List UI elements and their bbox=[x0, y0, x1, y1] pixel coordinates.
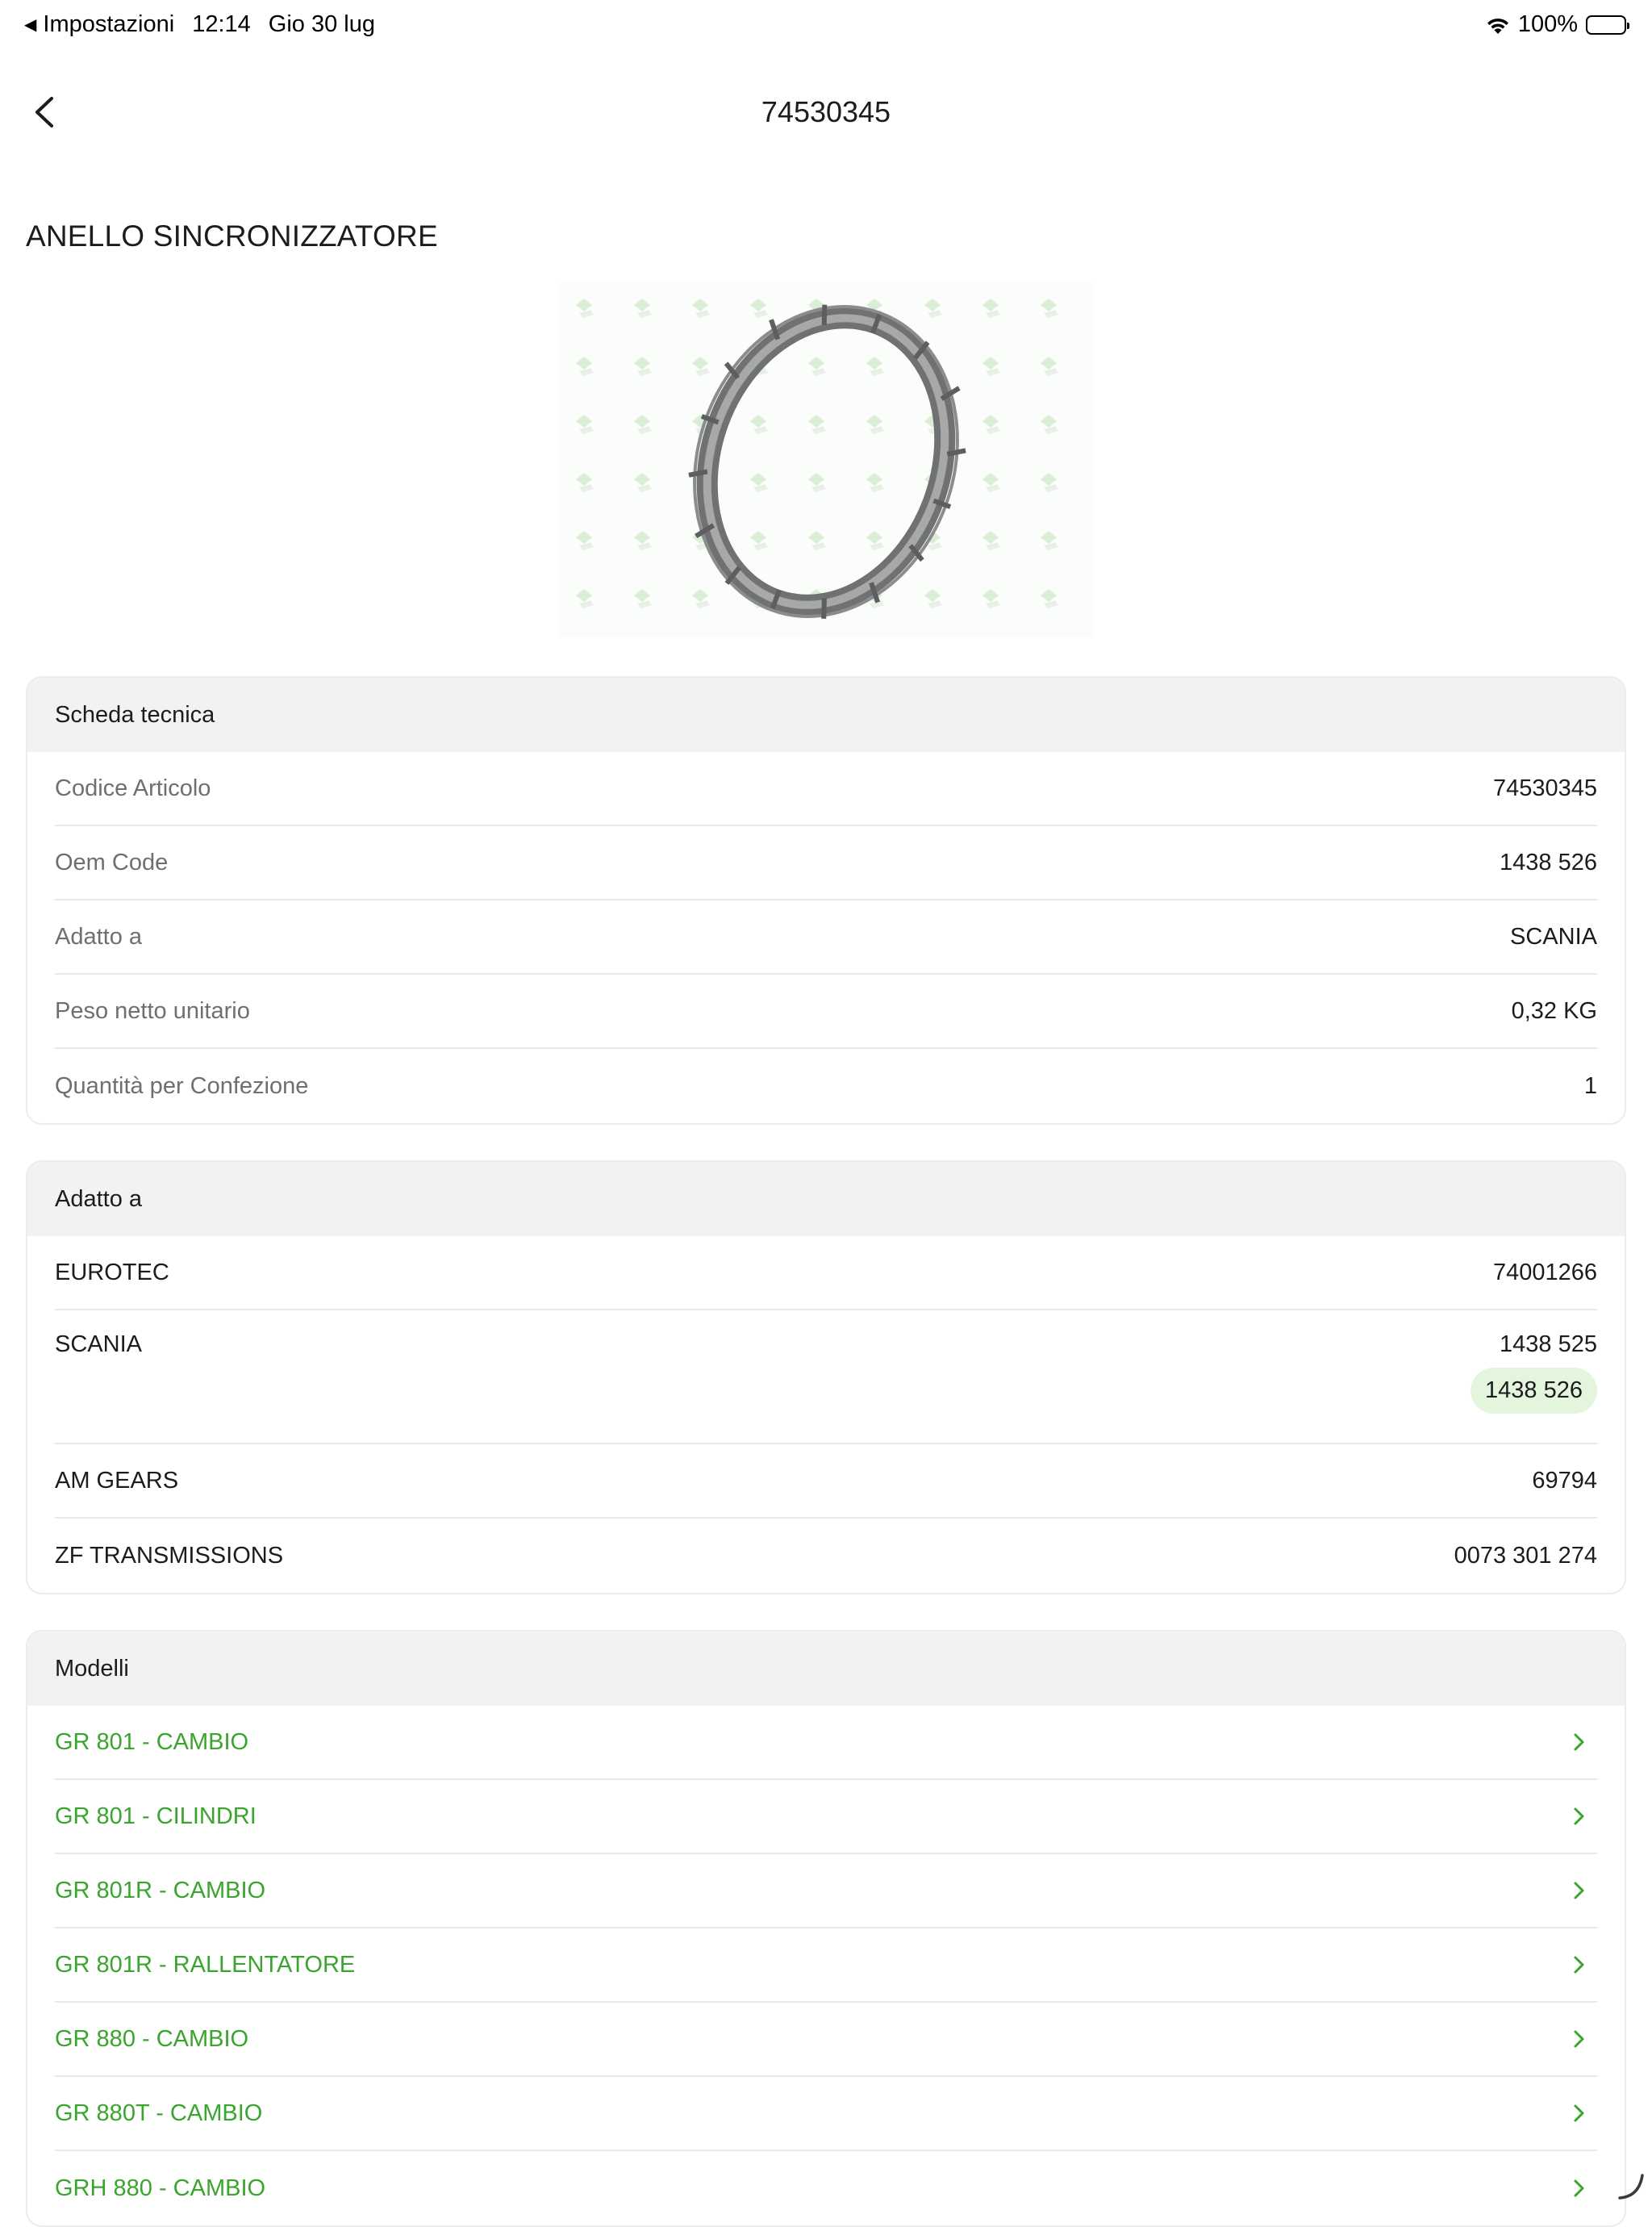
status-left[interactable]: ◀ Impostazioni 12:14 Gio 30 lug bbox=[24, 11, 375, 38]
resize-handle-icon[interactable] bbox=[1615, 2169, 1647, 2201]
battery-icon bbox=[1586, 15, 1626, 35]
status-right: 100% bbox=[1484, 11, 1626, 38]
model-item[interactable]: GR 801 - CAMBIO bbox=[55, 1706, 1597, 1780]
wifi-icon bbox=[1484, 15, 1512, 36]
chevron-right-icon[interactable] bbox=[1568, 2029, 1589, 2049]
technical-sheet-card: Scheda tecnica Codice Articolo 74530345 … bbox=[26, 676, 1626, 1125]
spec-row: Quantità per Confezione 1 bbox=[55, 1049, 1597, 1123]
fits-card: Adatto a EUROTEC 74001266 SCANIA 1438 52… bbox=[26, 1160, 1626, 1594]
code-values: 1438 525 1438 526 bbox=[1471, 1331, 1597, 1414]
spec-row: Oem Code 1438 526 bbox=[55, 826, 1597, 900]
chevron-right-icon[interactable] bbox=[1568, 1732, 1589, 1753]
page-title: 74530345 bbox=[0, 95, 1652, 129]
model-item[interactable]: GR 801 - CILINDRI bbox=[55, 1780, 1597, 1854]
model-label[interactable]: GR 801 - CAMBIO bbox=[55, 1729, 248, 1756]
model-label[interactable]: GR 801R - CAMBIO bbox=[55, 1878, 265, 1904]
status-time: 12:14 bbox=[192, 11, 251, 38]
status-date: Gio 30 lug bbox=[269, 11, 375, 38]
spec-label: Oem Code bbox=[55, 850, 168, 876]
models-card: Modelli GR 801 - CAMBIO GR 801 - CILINDR… bbox=[26, 1630, 1626, 2227]
model-label[interactable]: GRH 880 - CAMBIO bbox=[55, 2175, 265, 2202]
chevron-right-icon[interactable] bbox=[1568, 1806, 1589, 1827]
spec-label: Peso netto unitario bbox=[55, 998, 250, 1025]
fits-row: SCANIA 1438 525 1438 526 bbox=[55, 1310, 1597, 1444]
model-label[interactable]: GR 880T - CAMBIO bbox=[55, 2100, 262, 2127]
code-value: 74001266 bbox=[1493, 1260, 1597, 1286]
model-item[interactable]: GR 880T - CAMBIO bbox=[55, 2077, 1597, 2151]
spec-value: 74530345 bbox=[1493, 775, 1597, 802]
fits-row: AM GEARS 69794 bbox=[55, 1444, 1597, 1519]
back-to-app-label[interactable]: Impostazioni bbox=[43, 11, 174, 38]
spec-label: Quantità per Confezione bbox=[55, 1073, 308, 1100]
battery-percent: 100% bbox=[1518, 11, 1578, 38]
fits-header: Adatto a bbox=[27, 1162, 1625, 1236]
product-image bbox=[558, 282, 1094, 637]
spec-value: 1438 526 bbox=[1500, 850, 1597, 876]
model-item[interactable]: GRH 880 - CAMBIO bbox=[55, 2151, 1597, 2225]
navigation-bar: 74530345 bbox=[0, 81, 1652, 145]
brand-label: ZF TRANSMISSIONS bbox=[55, 1543, 283, 1569]
spec-label: Codice Articolo bbox=[55, 775, 211, 802]
spec-value: 1 bbox=[1584, 1073, 1597, 1100]
chevron-right-icon[interactable] bbox=[1568, 2103, 1589, 2124]
code-value: 0073 301 274 bbox=[1454, 1543, 1597, 1569]
spec-value: 0,32 KG bbox=[1512, 998, 1597, 1025]
spec-row: Peso netto unitario 0,32 KG bbox=[55, 975, 1597, 1049]
chevron-right-icon[interactable] bbox=[1568, 1954, 1589, 1975]
highlighted-code-badge: 1438 526 bbox=[1471, 1368, 1597, 1414]
code-value: 69794 bbox=[1532, 1468, 1597, 1494]
status-bar: ◀ Impostazioni 12:14 Gio 30 lug 100% bbox=[0, 0, 1652, 52]
model-label[interactable]: GR 801R - RALLENTATORE bbox=[55, 1952, 355, 1978]
brand-label: AM GEARS bbox=[55, 1468, 178, 1494]
technical-sheet-header: Scheda tecnica bbox=[27, 678, 1625, 752]
product-name: ANELLO SINCRONIZZATORE bbox=[26, 219, 438, 253]
chevron-right-icon[interactable] bbox=[1568, 1880, 1589, 1901]
code-value: 1438 525 bbox=[1500, 1331, 1597, 1358]
model-item[interactable]: GR 801R - RALLENTATORE bbox=[55, 1928, 1597, 2003]
brand-label: EUROTEC bbox=[55, 1260, 169, 1286]
model-item[interactable]: GR 880 - CAMBIO bbox=[55, 2003, 1597, 2077]
fits-row: ZF TRANSMISSIONS 0073 301 274 bbox=[55, 1519, 1597, 1593]
spec-label: Adatto a bbox=[55, 924, 142, 951]
model-item[interactable]: GR 801R - CAMBIO bbox=[55, 1854, 1597, 1928]
brand-label: SCANIA bbox=[55, 1331, 142, 1358]
spec-row: Codice Articolo 74530345 bbox=[55, 752, 1597, 826]
models-header: Modelli bbox=[27, 1632, 1625, 1706]
chevron-right-icon[interactable] bbox=[1568, 2178, 1589, 2199]
spec-value: SCANIA bbox=[1510, 924, 1597, 951]
model-label[interactable]: GR 801 - CILINDRI bbox=[55, 1803, 257, 1830]
fits-row: EUROTEC 74001266 bbox=[55, 1236, 1597, 1310]
back-to-app-icon[interactable]: ◀ bbox=[24, 15, 36, 35]
model-label[interactable]: GR 880 - CAMBIO bbox=[55, 2026, 248, 2053]
spec-row: Adatto a SCANIA bbox=[55, 900, 1597, 975]
